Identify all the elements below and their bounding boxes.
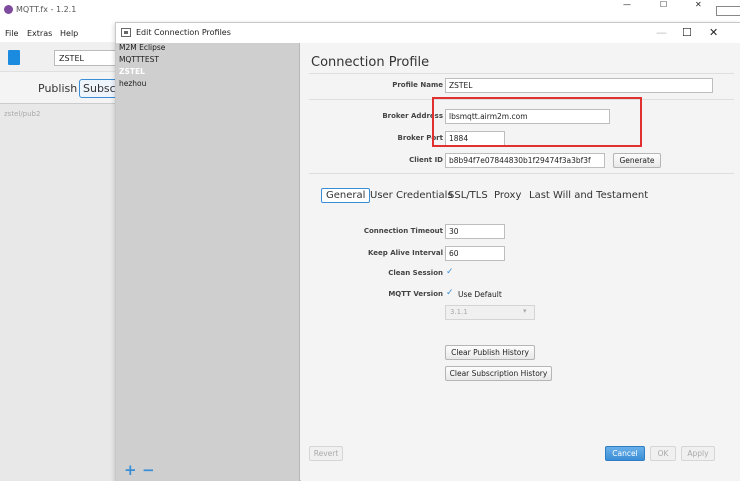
connection-profile-select[interactable]: ZSTEL (54, 50, 116, 66)
clear-subscription-history-button[interactable]: Clear Subscription History (445, 366, 552, 381)
clear-publish-history-button[interactable]: Clear Publish History (445, 345, 535, 360)
revert-button[interactable]: Revert (309, 446, 343, 461)
mqtt-version-label: MQTT Version (388, 290, 443, 298)
app-logo-icon (4, 5, 13, 14)
annotation-highlight-box (432, 97, 642, 147)
clean-session-label: Clean Session (388, 269, 443, 277)
profile-name-field[interactable]: ZSTEL (445, 78, 713, 93)
divider (309, 173, 734, 174)
generate-button[interactable]: Generate (613, 153, 661, 168)
tab-general[interactable]: General (321, 188, 371, 203)
dialog-titlebar: Edit Connection Profiles — ☐ ✕ (116, 23, 740, 43)
window-icon (121, 28, 131, 37)
tab-user-credentials[interactable]: User Credentials (370, 190, 453, 201)
tab-ssl-tls[interactable]: SSL/TLS (448, 190, 488, 201)
dialog-title: Edit Connection Profiles (136, 28, 231, 37)
dialog-minimize-icon[interactable]: — (656, 26, 667, 39)
add-profile-icon[interactable]: + (124, 461, 137, 479)
profile-item-hezhou[interactable]: hezhou (119, 79, 146, 88)
clean-session-checkbox[interactable]: ✓ (446, 267, 454, 277)
main-close-icon[interactable]: ✕ (695, 0, 702, 9)
dialog-maximize-icon[interactable]: ☐ (682, 26, 692, 39)
connection-timeout-field[interactable]: 30 (445, 224, 505, 239)
client-id-field[interactable]: b8b94f7e07844830b1f29474f3a3bf3f (445, 153, 605, 168)
profile-name-label: Profile Name (392, 81, 443, 89)
menu-extras[interactable]: Extras (27, 29, 52, 38)
page-title: Connection Profile (311, 55, 430, 70)
remove-profile-icon[interactable]: − (142, 461, 155, 479)
chevron-down-icon: ▾ (523, 307, 527, 315)
cancel-button[interactable]: Cancel (605, 446, 645, 461)
profile-list: M2M Eclipse MQTTTEST ZSTEL hezhou + − (116, 43, 300, 481)
keep-alive-field[interactable]: 60 (445, 246, 505, 261)
connection-timeout-label: Connection Timeout (363, 227, 443, 235)
profile-file-icon[interactable] (8, 50, 20, 65)
menu-file[interactable]: File (5, 29, 18, 38)
tab-subscribe[interactable]: Subscribe (79, 79, 119, 98)
mqtt-version-select: 3.1.1 (445, 305, 535, 320)
menu-help[interactable]: Help (60, 29, 78, 38)
ok-button[interactable]: OK (650, 446, 676, 461)
profile-item-mqtttest[interactable]: MQTTTEST (119, 55, 159, 64)
profile-item-zstel[interactable]: ZSTEL (119, 67, 145, 76)
topic-input[interactable]: zstel/pub2 (4, 110, 40, 118)
use-default-checkbox[interactable]: ✓ (446, 288, 454, 298)
main-maximize-icon[interactable]: ☐ (660, 0, 667, 9)
tab-proxy[interactable]: Proxy (494, 190, 521, 201)
main-minimize-icon[interactable]: — (623, 0, 631, 9)
main-window-edge (716, 6, 740, 16)
client-id-label: Client ID (409, 156, 443, 164)
main-window-title: MQTT.fx - 1.2.1 (16, 5, 77, 14)
broker-port-label: Broker Port (397, 134, 443, 142)
edit-connection-profiles-dialog: Edit Connection Profiles — ☐ ✕ M2M Eclip… (115, 22, 740, 481)
topic-panel (0, 103, 115, 481)
tab-publish[interactable]: Publish (38, 82, 77, 95)
keep-alive-label: Keep Alive Interval (367, 249, 443, 257)
broker-address-label: Broker Address (382, 112, 443, 120)
dialog-close-icon[interactable]: ✕ (709, 26, 718, 39)
divider (309, 73, 734, 74)
profile-item-m2m-eclipse[interactable]: M2M Eclipse (119, 43, 165, 52)
use-default-label: Use Default (458, 290, 502, 299)
apply-button[interactable]: Apply (681, 446, 715, 461)
tab-last-will[interactable]: Last Will and Testament (529, 190, 648, 201)
